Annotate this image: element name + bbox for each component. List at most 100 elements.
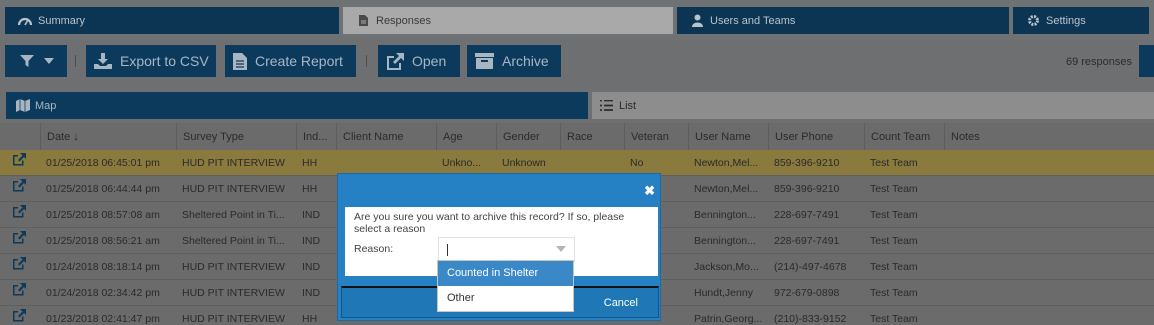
cell-count-team: Test Team [870, 183, 918, 195]
col-user-phone[interactable]: User Phone [768, 123, 864, 150]
toolbar-divider [366, 55, 367, 67]
tab-settings[interactable]: Settings [1013, 7, 1149, 34]
cell-survey-type: HUD PIT INTERVIEW [182, 157, 285, 169]
export-csv-label: Export to CSV [120, 53, 209, 69]
cell-user-name: Patrin,Georg... [694, 313, 763, 325]
cell-user-name: Hundt,Jenny [694, 287, 753, 299]
archive-button[interactable]: Archive [467, 45, 561, 77]
cell-survey-type: HUD PIT INTERVIEW [182, 287, 285, 299]
cell-user-phone: 228-697-7491 [774, 209, 840, 221]
open-record-icon[interactable] [0, 280, 40, 306]
col-individual[interactable]: Ind... [296, 123, 336, 150]
tab-list[interactable]: List [592, 92, 1154, 119]
open-button[interactable]: Open [378, 45, 460, 77]
cell-date: 01/25/2018 08:57:08 am [46, 209, 160, 221]
filter-icon [19, 54, 35, 68]
cell-survey-type: HUD PIT INTERVIEW [182, 313, 285, 325]
cell-date: 01/24/2018 08:18:14 pm [46, 261, 160, 273]
cell-individual: IND [302, 261, 321, 273]
gear-icon [1025, 14, 1041, 28]
table-header: Date ↓ Survey Type Ind... Client Name Ag… [0, 123, 1154, 150]
reason-label: Reason: [354, 243, 394, 255]
cell-date: 01/25/2018 08:56:21 am [46, 235, 160, 247]
reason-select[interactable] [438, 237, 575, 262]
cell-count-team: Test Team [870, 313, 918, 325]
col-veteran[interactable]: Veteran [624, 123, 688, 150]
cell-individual: HH [302, 157, 318, 169]
open-record-icon[interactable] [0, 228, 40, 254]
document-icon [355, 14, 371, 28]
cell-user-phone: 228-697-7491 [774, 235, 840, 247]
list-icon [600, 100, 613, 111]
tab-map-label: Map [35, 99, 57, 112]
text-cursor [447, 244, 448, 256]
cell-count-team: Test Team [870, 235, 918, 247]
cell-date: 01/25/2018 06:45:01 pm [46, 157, 160, 169]
cell-user-name: Bennington... [694, 235, 756, 247]
open-record-icon[interactable] [0, 150, 40, 176]
export-csv-button[interactable]: Export to CSV [86, 45, 216, 77]
tab-summary-label: Summary [38, 14, 86, 27]
create-report-button[interactable]: Create Report [225, 45, 356, 77]
cell-count-team: Test Team [870, 157, 918, 169]
close-icon[interactable]: ✖ [644, 183, 655, 199]
col-date[interactable]: Date ↓ [40, 123, 176, 150]
cell-individual: IND [302, 235, 321, 247]
tab-responses-label: Responses [376, 14, 432, 27]
tab-summary[interactable]: Summary [5, 7, 339, 34]
col-user-name[interactable]: User Name [688, 123, 768, 150]
cell-user-name: Newton,Mel... [694, 157, 759, 169]
open-record-icon[interactable] [0, 306, 40, 325]
tab-users-label: Users and Teams [710, 14, 796, 27]
map-icon [16, 99, 30, 112]
cell-user-name: Newton,Mel... [694, 183, 759, 195]
chevron-down-icon [43, 58, 54, 64]
download-icon [94, 53, 112, 69]
tab-responses[interactable]: Responses [343, 7, 673, 34]
cell-user-phone: 859-396-9210 [774, 183, 840, 195]
open-record-icon[interactable] [0, 176, 40, 202]
option-counted-in-shelter[interactable]: Counted in Shelter [438, 261, 573, 286]
open-record-icon[interactable] [0, 202, 40, 228]
cell-date: 01/23/2018 02:41:47 pm [46, 313, 160, 325]
cancel-button[interactable]: Cancel [604, 297, 638, 309]
cell-individual: HH [302, 183, 318, 195]
cell-individual: HH [302, 313, 318, 325]
tab-users-and-teams[interactable]: Users and Teams [677, 7, 1009, 34]
col-client-name[interactable]: Client Name [336, 123, 436, 150]
cell-user-name: Jackson,Mo... [694, 261, 759, 273]
cell-count-team: Test Team [870, 287, 918, 299]
reason-dropdown: Counted in Shelter Other [437, 260, 574, 312]
cell-count-team: Test Team [870, 261, 918, 273]
dashboard-icon [17, 14, 33, 28]
main-tabs: Summary Responses Users and Teams Settin… [0, 0, 1154, 40]
archive-label: Archive [502, 53, 549, 69]
tab-map[interactable]: Map [6, 92, 588, 119]
confirm-message: Are you sure you want to archive this re… [354, 211, 625, 235]
tab-settings-label: Settings [1046, 14, 1086, 27]
cell-user-phone: (210)-833-9152 [774, 313, 847, 325]
report-icon [233, 52, 247, 70]
col-age[interactable]: Age [436, 123, 496, 150]
cell-count-team: Test Team [870, 209, 918, 221]
col-gender[interactable]: Gender [496, 123, 560, 150]
col-count-team[interactable]: Count Team [864, 123, 944, 150]
tab-list-label: List [619, 99, 637, 112]
option-other[interactable]: Other [438, 286, 573, 311]
open-label: Open [412, 53, 447, 69]
create-report-label: Create Report [255, 53, 343, 69]
col-survey-type[interactable]: Survey Type [176, 123, 296, 150]
cell-user-phone: 859-396-9210 [774, 157, 840, 169]
col-notes[interactable]: Notes [944, 123, 1154, 150]
col-race[interactable]: Race [560, 123, 624, 150]
toolbar-edge-button[interactable] [1139, 45, 1154, 77]
view-switcher: Map List [0, 90, 1154, 123]
external-link-icon [386, 52, 404, 70]
cell-date: 01/25/2018 06:44:44 pm [46, 183, 160, 195]
open-record-icon[interactable] [0, 254, 40, 280]
cell-survey-type: HUD PIT INTERVIEW [182, 183, 285, 195]
cell-survey-type: Sheltered Point in Ti... [182, 235, 285, 247]
cell-survey-type: Sheltered Point in Ti... [182, 209, 285, 221]
cell-individual: IND [302, 287, 321, 299]
filter-button[interactable] [5, 45, 67, 77]
